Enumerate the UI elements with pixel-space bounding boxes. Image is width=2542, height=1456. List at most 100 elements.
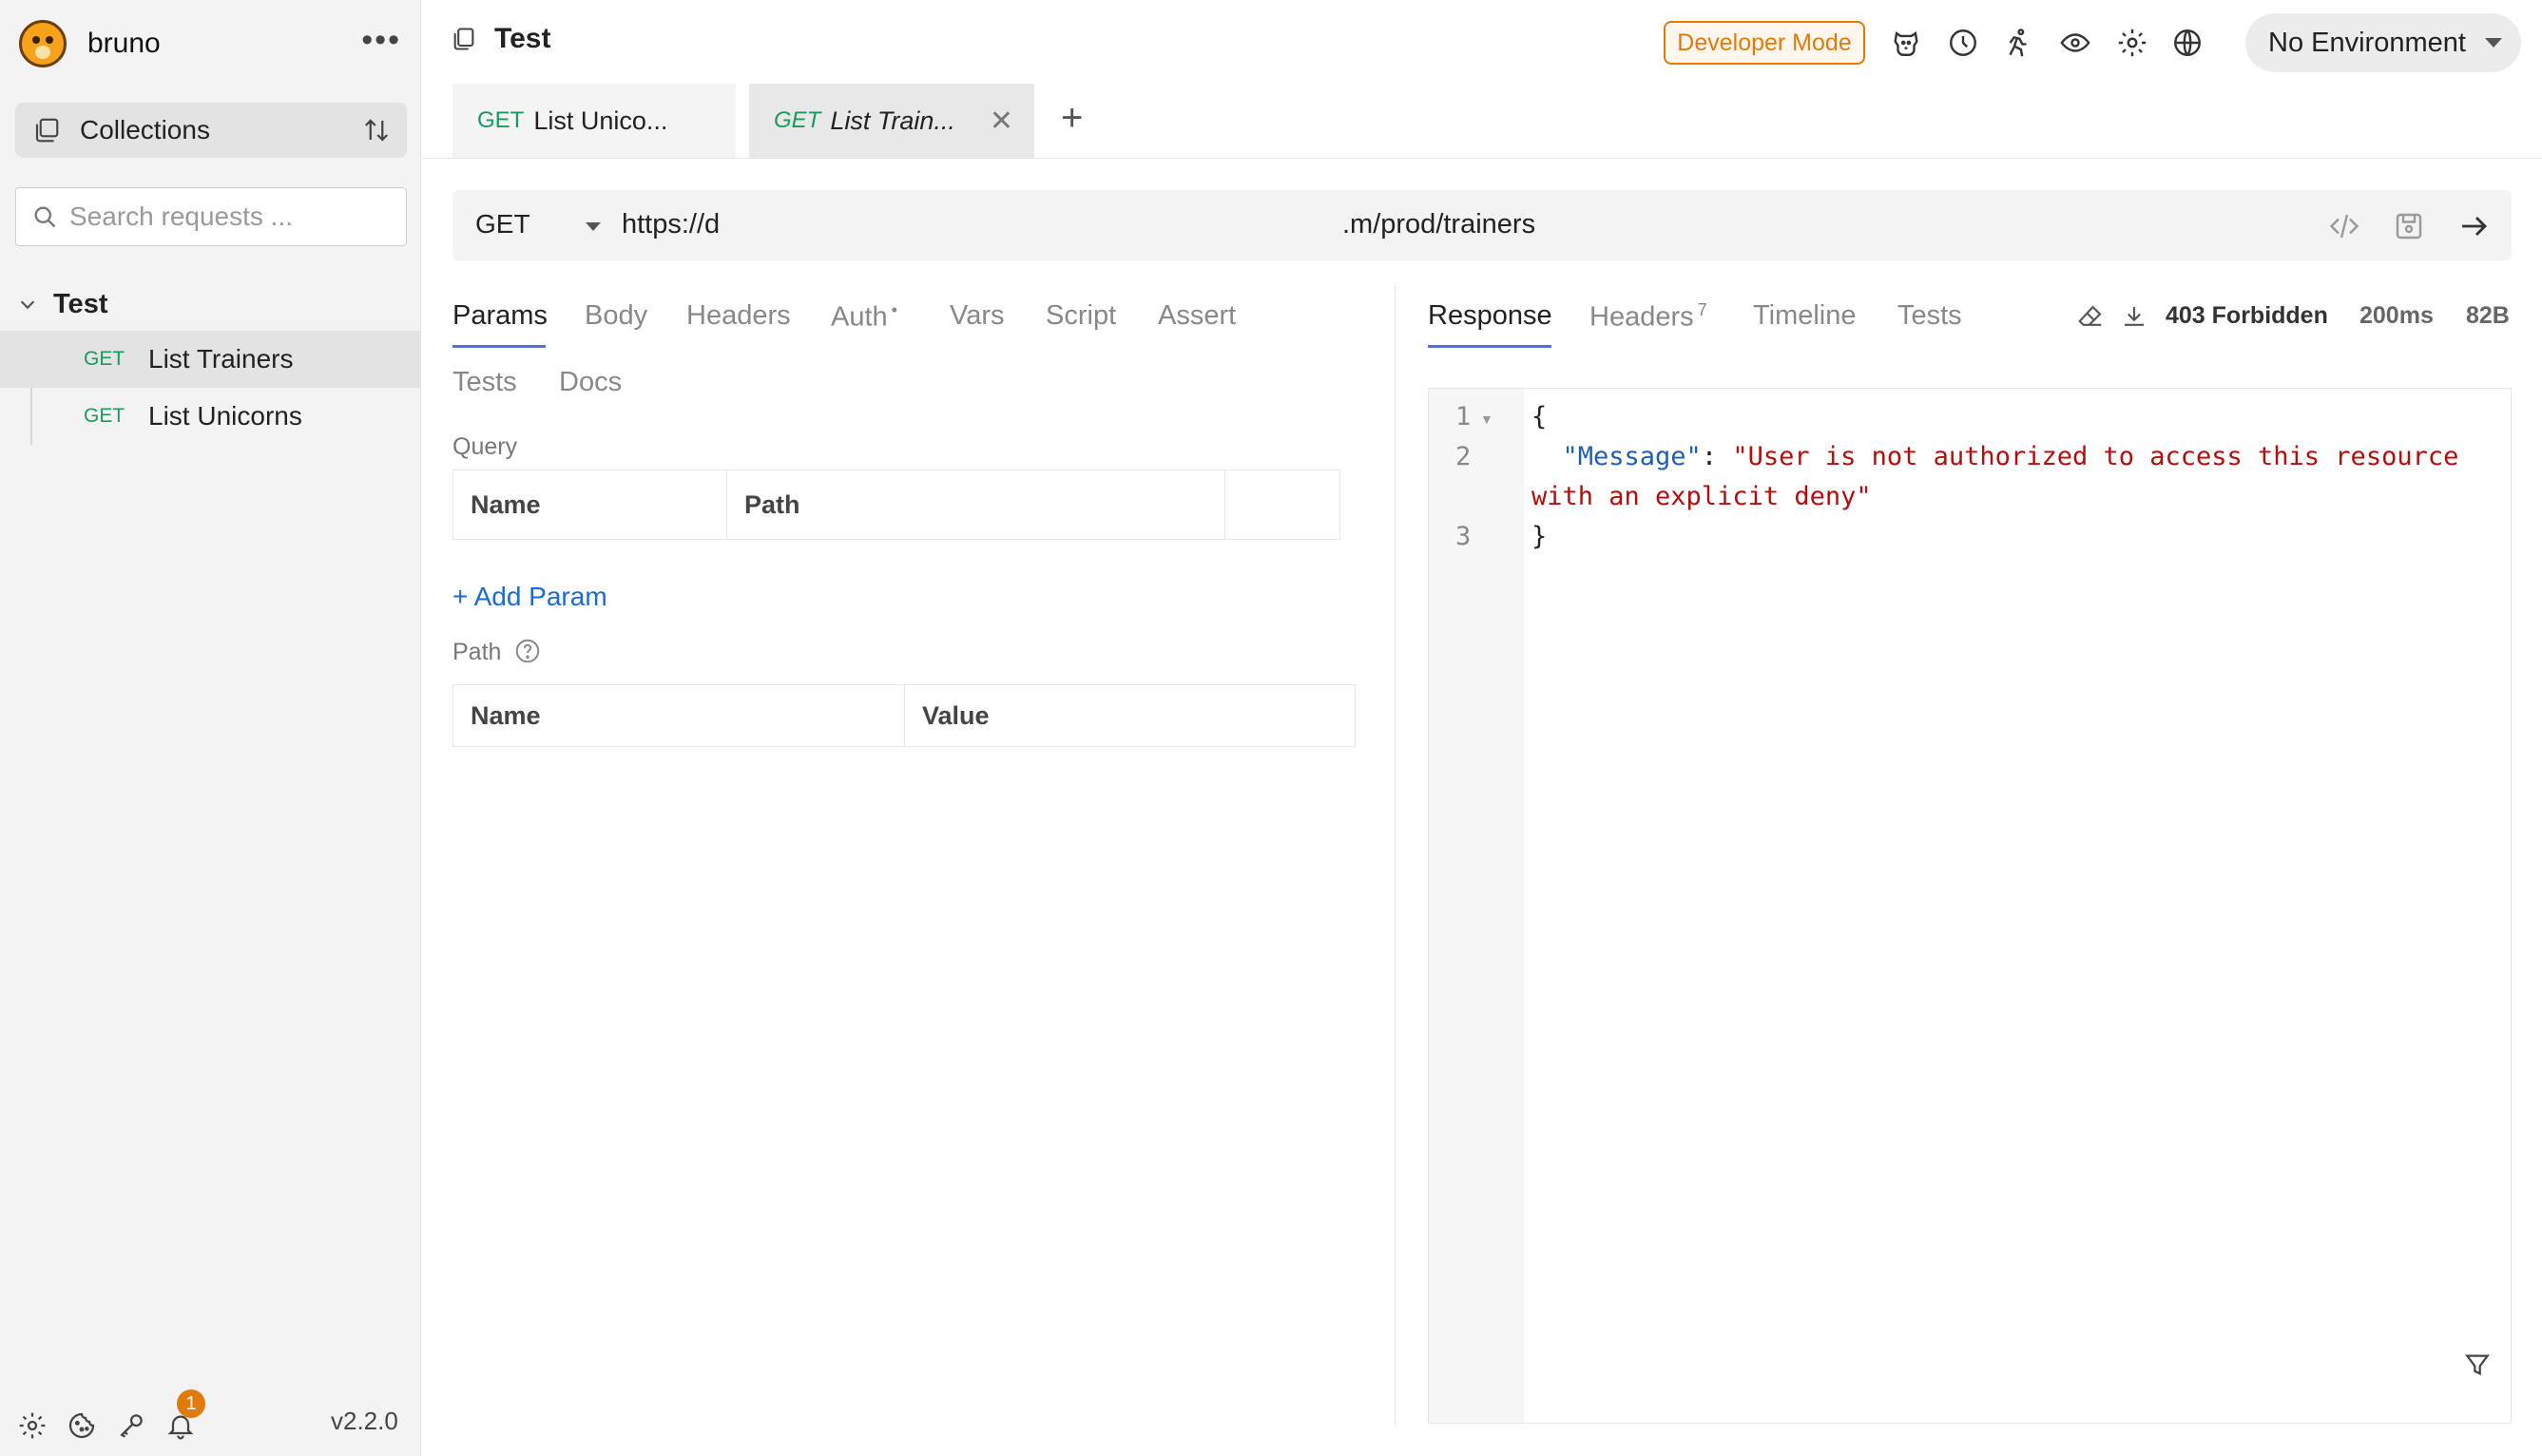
add-param-button[interactable]: + Add Param <box>453 582 607 612</box>
app-name: bruno <box>87 28 161 59</box>
more-options-icon[interactable]: ••• <box>361 24 401 56</box>
code-line: { <box>1531 402 1547 431</box>
send-arrow-icon[interactable] <box>2456 209 2491 243</box>
response-body-viewer[interactable]: 1 ▼ 2 3 { "Message": "User is not author… <box>1428 388 2512 1424</box>
collections-icon <box>35 118 59 143</box>
tab-list-trainers[interactable]: GET List Train... ✕ <box>749 84 1034 158</box>
json-string: "User is not authorized to access this r… <box>1732 442 2459 471</box>
tab-response-headers-label: Headers <box>1589 301 1694 333</box>
tab-assert[interactable]: Assert <box>1158 300 1236 332</box>
download-icon[interactable] <box>2120 302 2148 331</box>
settings-icon[interactable] <box>17 1410 48 1441</box>
tab-timeline[interactable]: Timeline <box>1753 300 1857 332</box>
tab-script[interactable]: Script <box>1046 300 1116 332</box>
headers-count: 7 <box>1697 300 1707 319</box>
caret-down-icon <box>2485 38 2502 48</box>
tab-docs[interactable]: Docs <box>559 367 622 398</box>
globe-icon[interactable] <box>2171 27 2204 59</box>
status-code: 403 Forbidden <box>2166 302 2328 329</box>
method-selector[interactable]: GET <box>475 209 530 239</box>
workspace-title-text: Test <box>494 23 551 54</box>
column-header-value: Value <box>922 700 990 730</box>
sort-icon[interactable] <box>361 116 392 144</box>
sidebar-item-label: List Trainers <box>148 344 294 374</box>
url-input-start[interactable]: https://d <box>622 209 720 240</box>
notification-badge: 1 <box>177 1389 205 1418</box>
json-colon: : <box>1701 442 1733 471</box>
workspace-title: Test <box>451 23 550 55</box>
tab-headers[interactable]: Headers <box>686 300 791 332</box>
sidebar-item-label: List Unicorns <box>148 401 302 431</box>
filter-icon[interactable] <box>2462 1350 2493 1380</box>
tab-auth[interactable]: Auth • <box>831 300 897 334</box>
line-number: 2 <box>1455 442 1472 471</box>
column-header-path: Path <box>727 470 1225 539</box>
tab-list-unicorns[interactable]: GET List Unico... <box>453 84 736 158</box>
tab-response[interactable]: Response <box>1428 300 1552 332</box>
query-params-table: Name Path <box>453 469 1340 540</box>
tab-tests[interactable]: Tests <box>453 367 517 398</box>
new-tab-plus-icon[interactable]: + <box>1061 99 1083 137</box>
tab-response-headers[interactable]: Headers 7 <box>1589 300 1707 334</box>
code-icon[interactable] <box>2327 209 2361 243</box>
app-version: v2.2.0 <box>331 1407 398 1435</box>
search-icon <box>34 206 56 228</box>
sidebar-item-list-trainers[interactable]: GET List Trainers <box>0 331 421 388</box>
caret-down-icon[interactable] <box>586 222 601 231</box>
cookie-icon[interactable] <box>67 1410 97 1441</box>
tab-body[interactable]: Body <box>585 300 647 332</box>
sidebar-item-list-unicorns[interactable]: GET List Unicorns <box>0 388 421 445</box>
url-input-end[interactable]: .m/prod/trainers <box>1342 209 1535 240</box>
collection-icon <box>453 28 474 50</box>
chevron-down-icon[interactable] <box>17 294 38 315</box>
tab-label: List Unico... <box>533 105 668 135</box>
response-tab-indicator <box>1428 345 1551 348</box>
fold-caret-icon[interactable]: ▼ <box>1480 412 1493 427</box>
line-number: 3 <box>1455 522 1472 551</box>
path-section-label: Path <box>453 639 502 665</box>
environment-label: No Environment <box>2268 27 2466 58</box>
method-badge: GET <box>84 405 125 427</box>
method-badge: GET <box>84 348 125 370</box>
json-string: with an explicit deny" <box>1531 482 1872 511</box>
collection-test[interactable]: Test <box>17 285 107 323</box>
dog-icon[interactable] <box>1890 27 1922 59</box>
response-time: 200ms <box>2359 302 2434 329</box>
close-icon[interactable]: ✕ <box>990 105 1013 138</box>
pane-divider[interactable] <box>1395 285 1396 1426</box>
collections-button[interactable]: Collections <box>15 103 407 158</box>
search-requests-field[interactable] <box>15 187 407 246</box>
tab-params[interactable]: Params <box>453 300 548 332</box>
developer-mode-badge[interactable]: Developer Mode <box>1664 21 1865 65</box>
response-size: 82B <box>2466 302 2510 329</box>
top-bar: Test Developer Mode No Environment <box>422 0 2542 87</box>
eye-icon[interactable] <box>2059 27 2091 59</box>
help-circle-icon[interactable] <box>513 637 542 665</box>
tab-method: GET <box>774 107 821 133</box>
json-brace: } <box>1531 522 1548 551</box>
environment-selector[interactable]: No Environment <box>2245 13 2521 72</box>
query-section-label: Query <box>453 433 518 460</box>
bruno-logo-icon <box>19 20 67 67</box>
save-icon[interactable] <box>2392 209 2426 243</box>
history-clock-icon[interactable] <box>1947 27 1979 59</box>
code-line: } <box>1531 522 1547 551</box>
line-number-gutter <box>1429 389 1524 1423</box>
search-input[interactable] <box>69 201 393 232</box>
tab-response-tests[interactable]: Tests <box>1897 300 1962 332</box>
column-header-name: Name <box>453 470 727 539</box>
runner-icon[interactable] <box>2002 27 2034 59</box>
key-icon[interactable] <box>116 1410 146 1441</box>
tab-vars[interactable]: Vars <box>950 300 1004 332</box>
path-params-table: Name Value <box>453 684 1356 747</box>
url-bar: GET https://d .m/prod/trainers <box>453 190 2512 260</box>
params-tab-indicator <box>453 345 546 348</box>
brand: bruno <box>19 19 161 68</box>
sidebar: bruno ••• Collections Test GET <box>0 0 421 1456</box>
app-window: bruno ••• Collections Test GET <box>0 0 2542 1456</box>
tab-auth-label: Auth <box>831 301 888 333</box>
eraser-icon[interactable] <box>2076 302 2105 331</box>
column-header-name: Name <box>453 685 905 746</box>
gear-icon[interactable] <box>2116 27 2148 59</box>
tabs-divider <box>422 158 2542 159</box>
